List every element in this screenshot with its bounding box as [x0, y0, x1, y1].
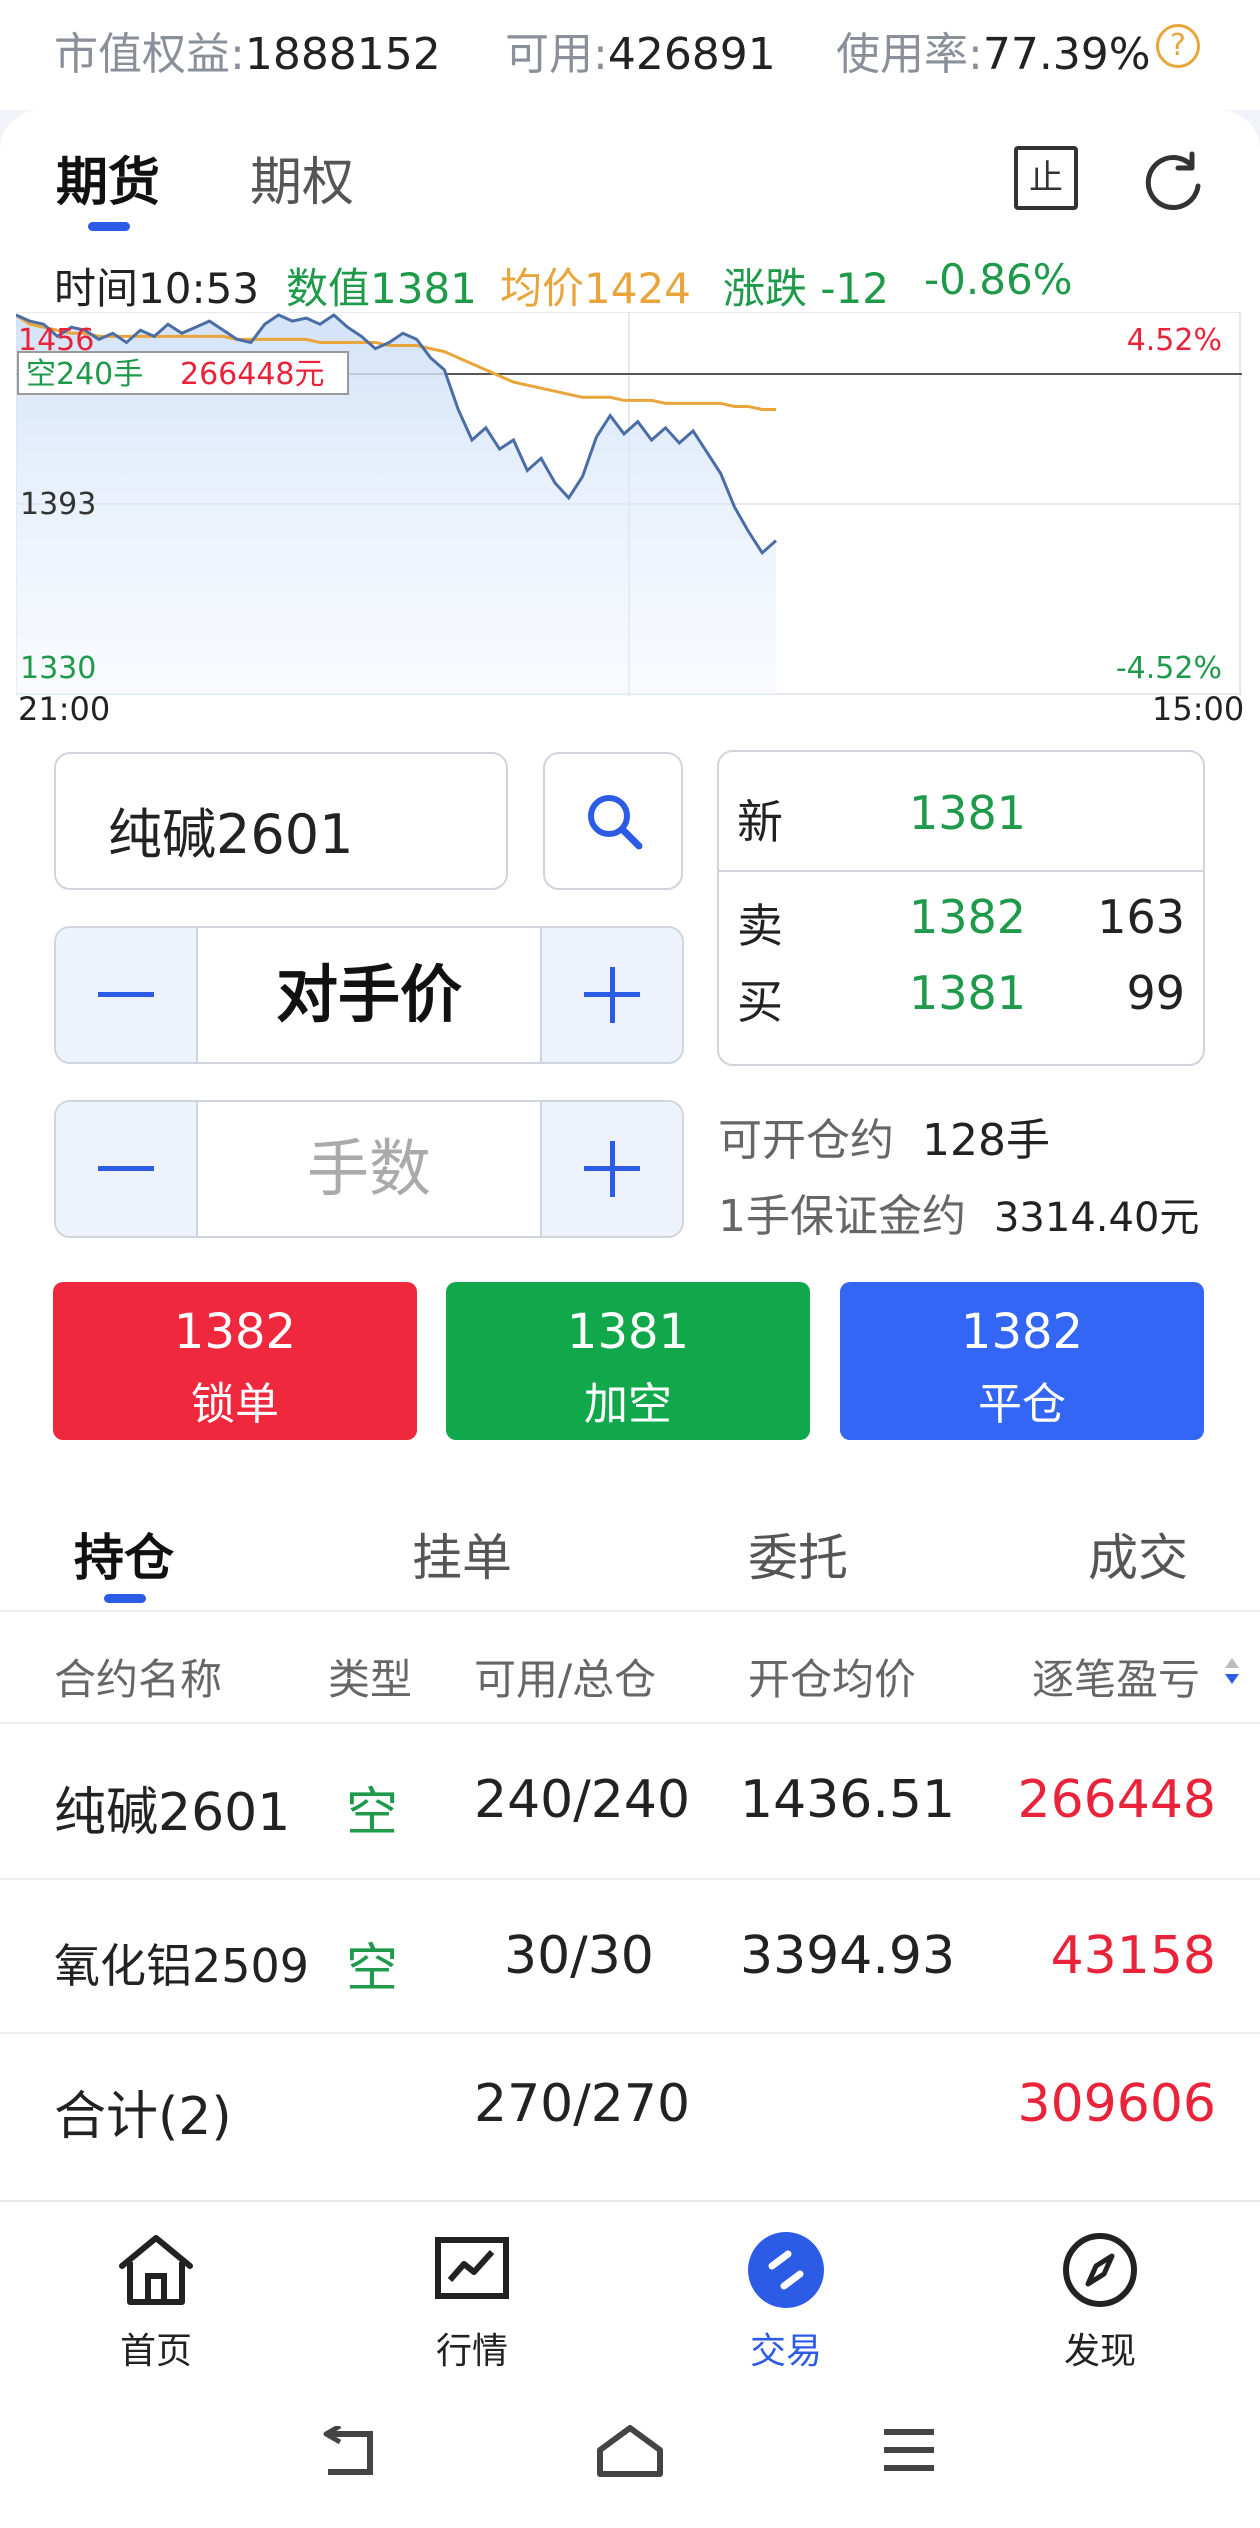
price-minus-button[interactable]: [56, 928, 198, 1062]
row-pnl: 43158: [1050, 1926, 1216, 1986]
home-icon: [119, 2235, 193, 2305]
col-contract: 合约名称: [54, 1655, 223, 1704]
open-capacity: 可开仓约 128手: [718, 1115, 1050, 1166]
margin-per-lot: 1手保证金约 3314.40元: [718, 1191, 1200, 1242]
bid-price[interactable]: 1381: [909, 966, 1026, 1020]
search-button[interactable]: [543, 752, 683, 890]
tab-orders[interactable]: 委托: [748, 1518, 848, 1590]
time-end-label: 15:00: [1152, 690, 1245, 728]
row-contract: 氧化铝2509: [54, 1939, 310, 1993]
position-tag: 空240手 266448元: [17, 351, 349, 395]
contract-input[interactable]: 纯碱2601: [54, 752, 508, 890]
col-pnl[interactable]: 逐笔盈亏: [1032, 1646, 1200, 1707]
qty-minus-button[interactable]: [56, 1102, 198, 1236]
row-avg-price: 1436.51: [740, 1770, 956, 1830]
minus-icon: [98, 1166, 154, 1171]
tab-options[interactable]: 期权: [250, 140, 354, 215]
equity-stat: 市值权益:1888152: [54, 29, 441, 80]
row-type: 空: [346, 1783, 399, 1843]
tab-positions[interactable]: 持仓: [74, 1518, 174, 1590]
nav-market[interactable]: 行情: [372, 2230, 572, 2372]
market-chart-icon: [435, 2237, 509, 2299]
price-stepper: 对手价: [54, 926, 684, 1064]
tick-value: 数值1381: [286, 264, 477, 313]
tick-time: 时间10:53: [54, 264, 260, 313]
position-tag-qty: 空240手: [26, 357, 143, 392]
price-mode[interactable]: 对手价: [196, 928, 542, 1062]
row-qty: 240/240: [474, 1770, 691, 1830]
bid-volume: 99: [1126, 966, 1185, 1020]
intraday-chart[interactable]: 1456 1393 1330 4.52% -4.52% 空240手 266448…: [16, 312, 1242, 696]
last-label: 新: [737, 795, 783, 849]
stop-loss-icon[interactable]: 止: [1014, 146, 1078, 210]
last-price: 1381: [909, 786, 1027, 840]
position-tab-indicator: [104, 1594, 146, 1603]
tab-trades[interactable]: 成交: [1088, 1518, 1188, 1590]
menu-icon[interactable]: [880, 2426, 938, 2476]
nav-home[interactable]: 首页: [56, 2230, 256, 2372]
compass-icon: [1063, 2233, 1137, 2307]
refresh-icon[interactable]: [1140, 148, 1206, 214]
col-qty: 可用/总仓: [474, 1655, 657, 1704]
row-qty: 30/30: [504, 1926, 654, 1986]
tab-pending[interactable]: 挂单: [412, 1518, 512, 1590]
pct-max-label: 4.52%: [1127, 323, 1222, 358]
available-stat: 可用:426891: [505, 29, 776, 80]
sort-icon[interactable]: [1222, 1656, 1242, 1686]
quote-panel: 新 1381 卖 1382 163 买 1381 99: [717, 750, 1205, 1066]
help-icon[interactable]: ?: [1156, 24, 1200, 68]
qty-plus-button[interactable]: [540, 1102, 682, 1236]
row-avg-price: 3394.93: [740, 1926, 956, 1986]
tab-active-indicator: [88, 222, 130, 231]
col-type: 类型: [328, 1655, 413, 1704]
search-icon: [588, 795, 643, 850]
bid-label: 买: [737, 975, 783, 1029]
tick-change: 涨跌 -12: [723, 264, 889, 313]
total-pnl: 309606: [1017, 2074, 1216, 2134]
row-type: 空: [346, 1939, 399, 1999]
pct-min-label: -4.52%: [1116, 651, 1222, 686]
total-qty: 270/270: [474, 2074, 691, 2134]
tab-futures[interactable]: 期货: [56, 140, 160, 215]
price-plus-button[interactable]: [540, 928, 682, 1062]
y-mid-label: 1393: [20, 487, 96, 522]
nav-trade[interactable]: 交易: [686, 2230, 886, 2372]
quantity-stepper: 手数: [54, 1100, 684, 1238]
lock-button[interactable]: 1382 锁单: [53, 1282, 417, 1440]
close-position-button[interactable]: 1382 平仓: [840, 1282, 1204, 1440]
add-short-button[interactable]: 1381 加空: [446, 1282, 810, 1440]
ask-price[interactable]: 1382: [909, 890, 1026, 944]
back-icon[interactable]: [318, 2426, 382, 2480]
nav-discover[interactable]: 发现: [1000, 2230, 1200, 2372]
contract-value: 纯碱2601: [108, 803, 354, 866]
usage-stat: 使用率:77.39%: [836, 29, 1151, 80]
quantity-input[interactable]: 手数: [196, 1102, 542, 1236]
tick-change-pct: -0.86%: [924, 255, 1073, 304]
trade-icon: [748, 2232, 824, 2308]
col-avg-price: 开仓均价: [748, 1655, 917, 1704]
time-start-label: 21:00: [18, 690, 111, 728]
y-min-label: 1330: [20, 651, 96, 686]
total-label: 合计(2): [54, 2087, 232, 2147]
row-pnl: 266448: [1017, 1770, 1216, 1830]
ask-label: 卖: [737, 899, 783, 953]
position-tag-pnl: 266448元: [180, 357, 325, 392]
minus-icon: [98, 992, 154, 997]
tick-avg-price: 均价1424: [500, 264, 691, 313]
ask-volume: 163: [1097, 890, 1185, 944]
system-home-icon[interactable]: [594, 2422, 666, 2480]
row-contract: 纯碱2601: [54, 1783, 291, 1843]
